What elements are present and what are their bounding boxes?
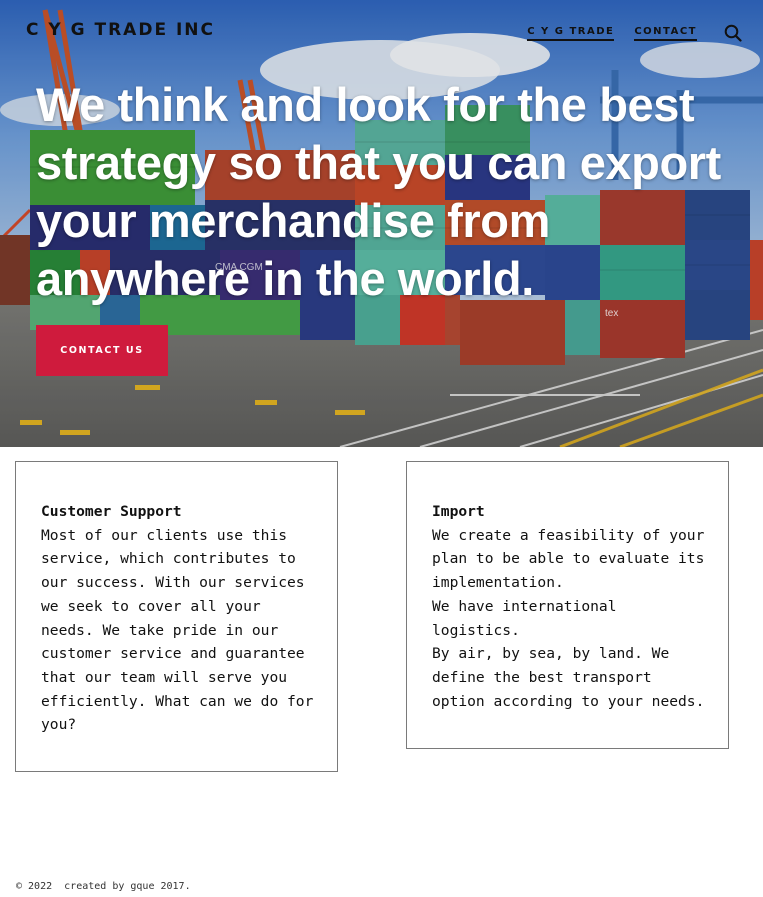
card-text-line: logistics. [432, 621, 520, 639]
site-footer: © 2022 created by gque 2017. [16, 881, 191, 892]
card-text-line: We have international [432, 597, 617, 615]
card-text-line: Most of our clients use this [41, 526, 288, 544]
nav-link-contact[interactable]: CONTACT [634, 26, 697, 41]
contact-us-button[interactable]: CONTACT US [36, 325, 168, 376]
card-text-line: that our team will serve you [41, 668, 288, 686]
hero-section: CMA CGM tex C Y G TRADE INC C Y G TRADE … [0, 0, 763, 447]
card-text-line: needs. We take pride in our [41, 621, 279, 639]
card-title: Customer Support [41, 503, 182, 520]
card-text-line: option according to your needs. [432, 692, 705, 710]
card-text-line: you? [41, 716, 77, 734]
card-title: Import [432, 503, 485, 520]
hero-headline: We think and look for the best strategy … [36, 76, 736, 308]
hero-headline-line: your merchandise from [36, 194, 550, 247]
hero-headline-line: We think and look for the best [36, 78, 695, 131]
card-body: Most of our clients use this service, wh… [41, 524, 313, 737]
card-text-line: we seek to cover all your [41, 597, 261, 615]
hero-headline-line: strategy so that you can export [36, 136, 721, 189]
import-card: Import We create a feasibility of your p… [406, 461, 729, 749]
customer-support-card: Customer Support Most of our clients use… [15, 461, 338, 772]
card-text-line: plan to be able to evaluate its [432, 550, 705, 568]
hero-headline-line: anywhere in the world. [36, 252, 534, 305]
card-body: We create a feasibility of your plan to … [432, 524, 704, 714]
card-text-line: implementation. [432, 574, 564, 592]
card-text-line: efficiently. What can we do for [41, 692, 314, 710]
search-icon[interactable] [723, 23, 743, 43]
card-text-line: our success. With our services [41, 574, 305, 592]
card-text-line: By air, by sea, by land. We [432, 645, 670, 663]
card-text-line: customer service and guarantee [41, 645, 305, 663]
main-nav: C Y G TRADE CONTACT [527, 23, 743, 43]
nav-link-cyg-trade[interactable]: C Y G TRADE [527, 26, 615, 41]
card-text-line: We create a feasibility of your [432, 526, 705, 544]
card-text-line: define the best transport [432, 668, 652, 686]
site-brand[interactable]: C Y G TRADE INC [26, 20, 215, 40]
card-text-line: service, which contributes to [41, 550, 296, 568]
